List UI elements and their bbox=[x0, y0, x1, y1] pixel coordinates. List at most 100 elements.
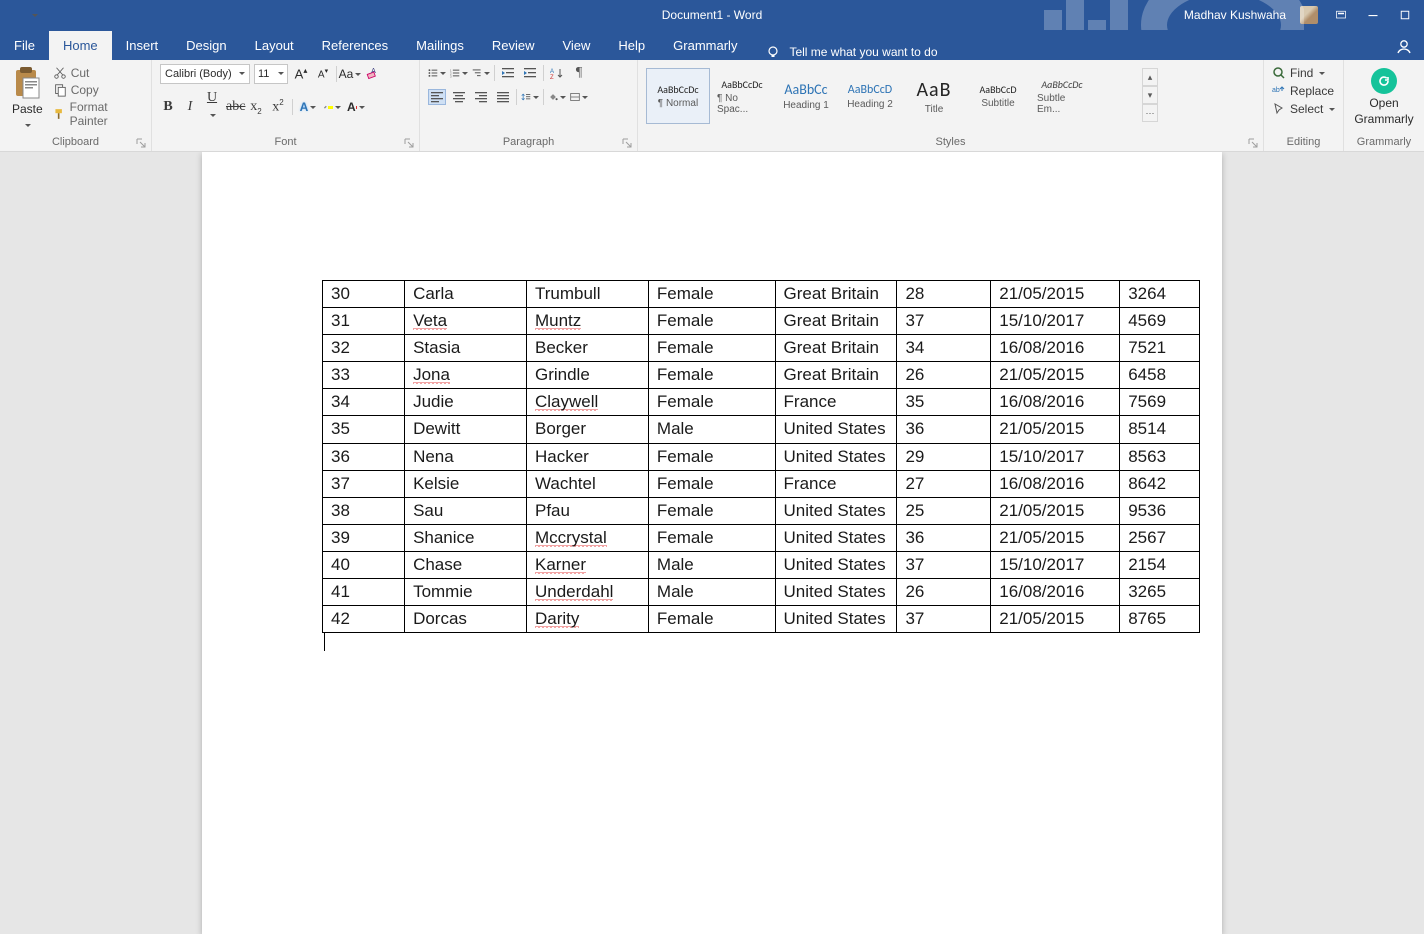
styles-expand[interactable]: ⋯ bbox=[1142, 104, 1158, 122]
table-cell[interactable]: 2567 bbox=[1120, 524, 1200, 551]
table-row[interactable]: 33JonaGrindleFemaleGreat Britain2621/05/… bbox=[323, 362, 1200, 389]
align-center-button[interactable] bbox=[450, 89, 468, 105]
table-cell[interactable]: Female bbox=[648, 497, 775, 524]
table-cell[interactable]: Nena bbox=[405, 443, 527, 470]
page[interactable]: 30CarlaTrumbullFemaleGreat Britain2821/0… bbox=[202, 152, 1222, 934]
table-cell[interactable]: 15/10/2017 bbox=[991, 551, 1120, 578]
table-cell[interactable]: Dorcas bbox=[405, 606, 527, 633]
table-cell[interactable]: Carla bbox=[405, 281, 527, 308]
table-cell[interactable]: Female bbox=[648, 389, 775, 416]
table-cell[interactable]: 7569 bbox=[1120, 389, 1200, 416]
avatar[interactable] bbox=[1300, 6, 1318, 24]
table-row[interactable]: 40ChaseKarnerMaleUnited States3715/10/20… bbox=[323, 551, 1200, 578]
table-cell[interactable]: 16/08/2016 bbox=[991, 579, 1120, 606]
table-cell[interactable]: 3265 bbox=[1120, 579, 1200, 606]
ribbon-display-icon[interactable] bbox=[1332, 6, 1350, 24]
tab-insert[interactable]: Insert bbox=[112, 31, 173, 60]
find-button[interactable]: Find bbox=[1272, 66, 1335, 80]
table-cell[interactable]: Darity bbox=[526, 606, 648, 633]
highlight-button[interactable] bbox=[323, 98, 341, 116]
clipboard-launcher-icon[interactable] bbox=[135, 137, 147, 149]
table-cell[interactable]: Kelsie bbox=[405, 470, 527, 497]
table-row[interactable]: 37KelsieWachtelFemaleFrance2716/08/20168… bbox=[323, 470, 1200, 497]
table-cell[interactable]: 35 bbox=[323, 416, 405, 443]
table-cell[interactable]: 28 bbox=[897, 281, 991, 308]
table-cell[interactable]: Chase bbox=[405, 551, 527, 578]
styles-scroll-up[interactable]: ▴ bbox=[1142, 68, 1158, 86]
tab-review[interactable]: Review bbox=[478, 31, 549, 60]
table-cell[interactable]: Mccrystal bbox=[526, 524, 648, 551]
tab-layout[interactable]: Layout bbox=[241, 31, 308, 60]
style-title[interactable]: AaBTitle bbox=[902, 68, 966, 124]
table-cell[interactable]: 21/05/2015 bbox=[991, 362, 1120, 389]
tell-me-input[interactable]: Tell me what you want to do bbox=[765, 44, 937, 60]
table-cell[interactable]: United States bbox=[775, 606, 897, 633]
tab-file[interactable]: File bbox=[0, 31, 49, 60]
table-cell[interactable]: Trumbull bbox=[526, 281, 648, 308]
table-row[interactable]: 42DorcasDarityFemaleUnited States3721/05… bbox=[323, 606, 1200, 633]
borders-button[interactable] bbox=[570, 88, 588, 106]
table-cell[interactable]: 40 bbox=[323, 551, 405, 578]
table-cell[interactable]: 6458 bbox=[1120, 362, 1200, 389]
table-cell[interactable]: 33 bbox=[323, 362, 405, 389]
increase-indent-button[interactable] bbox=[521, 64, 539, 82]
numbering-button[interactable]: 123 bbox=[450, 64, 468, 82]
table-cell[interactable]: 36 bbox=[323, 443, 405, 470]
style---normal[interactable]: AaBbCcDc¶ Normal bbox=[646, 68, 710, 124]
tab-help[interactable]: Help bbox=[604, 31, 659, 60]
table-cell[interactable]: 26 bbox=[897, 579, 991, 606]
table-cell[interactable]: Claywell bbox=[526, 389, 648, 416]
table-cell[interactable]: Underdahl bbox=[526, 579, 648, 606]
table-cell[interactable]: 8514 bbox=[1120, 416, 1200, 443]
table-cell[interactable]: Karner bbox=[526, 551, 648, 578]
table-cell[interactable]: United States bbox=[775, 443, 897, 470]
table-cell[interactable]: Female bbox=[648, 362, 775, 389]
table-cell[interactable]: 30 bbox=[323, 281, 405, 308]
table-cell[interactable]: Female bbox=[648, 443, 775, 470]
table-cell[interactable]: Male bbox=[648, 579, 775, 606]
copy-button[interactable]: Copy bbox=[53, 83, 143, 97]
table-cell[interactable]: 25 bbox=[897, 497, 991, 524]
grow-font-button[interactable]: A▴ bbox=[292, 65, 310, 83]
open-grammarly-button[interactable]: Open Grammarly bbox=[1348, 64, 1419, 130]
table-cell[interactable]: Veta bbox=[405, 308, 527, 335]
table-cell[interactable]: Becker bbox=[526, 335, 648, 362]
table-cell[interactable]: United States bbox=[775, 416, 897, 443]
superscript-button[interactable]: x2 bbox=[270, 98, 286, 116]
tab-design[interactable]: Design bbox=[172, 31, 240, 60]
table-cell[interactable]: 27 bbox=[897, 470, 991, 497]
table-row[interactable]: 41TommieUnderdahlMaleUnited States2616/0… bbox=[323, 579, 1200, 606]
align-right-button[interactable] bbox=[472, 89, 490, 105]
italic-button[interactable]: I bbox=[182, 99, 198, 115]
table-cell[interactable]: United States bbox=[775, 497, 897, 524]
cut-button[interactable]: Cut bbox=[53, 66, 143, 80]
decrease-indent-button[interactable] bbox=[499, 64, 517, 82]
table-cell[interactable]: 42 bbox=[323, 606, 405, 633]
styles-gallery[interactable]: AaBbCcDc¶ NormalAaBbCcDc¶ No Spac...AaBb… bbox=[646, 68, 1142, 124]
table-row[interactable]: 30CarlaTrumbullFemaleGreat Britain2821/0… bbox=[323, 281, 1200, 308]
table-row[interactable]: 36NenaHackerFemaleUnited States2915/10/2… bbox=[323, 443, 1200, 470]
paragraph-launcher-icon[interactable] bbox=[621, 137, 633, 149]
bullets-button[interactable] bbox=[428, 64, 446, 82]
table-cell[interactable]: Pfau bbox=[526, 497, 648, 524]
table-cell[interactable]: 36 bbox=[897, 416, 991, 443]
table-cell[interactable]: Female bbox=[648, 606, 775, 633]
table-cell[interactable]: 21/05/2015 bbox=[991, 281, 1120, 308]
table-row[interactable]: 32StasiaBeckerFemaleGreat Britain3416/08… bbox=[323, 335, 1200, 362]
table-cell[interactable]: 7521 bbox=[1120, 335, 1200, 362]
table-cell[interactable]: 16/08/2016 bbox=[991, 335, 1120, 362]
table-cell[interactable]: France bbox=[775, 389, 897, 416]
text-effects-button[interactable]: A bbox=[299, 98, 317, 116]
style-subtitle[interactable]: AaBbCcDSubtitle bbox=[966, 68, 1030, 124]
table-row[interactable]: 39ShaniceMccrystalFemaleUnited States362… bbox=[323, 524, 1200, 551]
table-cell[interactable]: Female bbox=[648, 308, 775, 335]
styles-launcher-icon[interactable] bbox=[1247, 137, 1259, 149]
shrink-font-button[interactable]: A▾ bbox=[314, 65, 332, 83]
table-cell[interactable]: 34 bbox=[323, 389, 405, 416]
table-cell[interactable]: 41 bbox=[323, 579, 405, 606]
tab-home[interactable]: Home bbox=[49, 31, 112, 60]
table-cell[interactable]: Judie bbox=[405, 389, 527, 416]
font-color-button[interactable]: A bbox=[347, 98, 365, 116]
justify-button[interactable] bbox=[494, 89, 512, 105]
table-cell[interactable]: Female bbox=[648, 470, 775, 497]
